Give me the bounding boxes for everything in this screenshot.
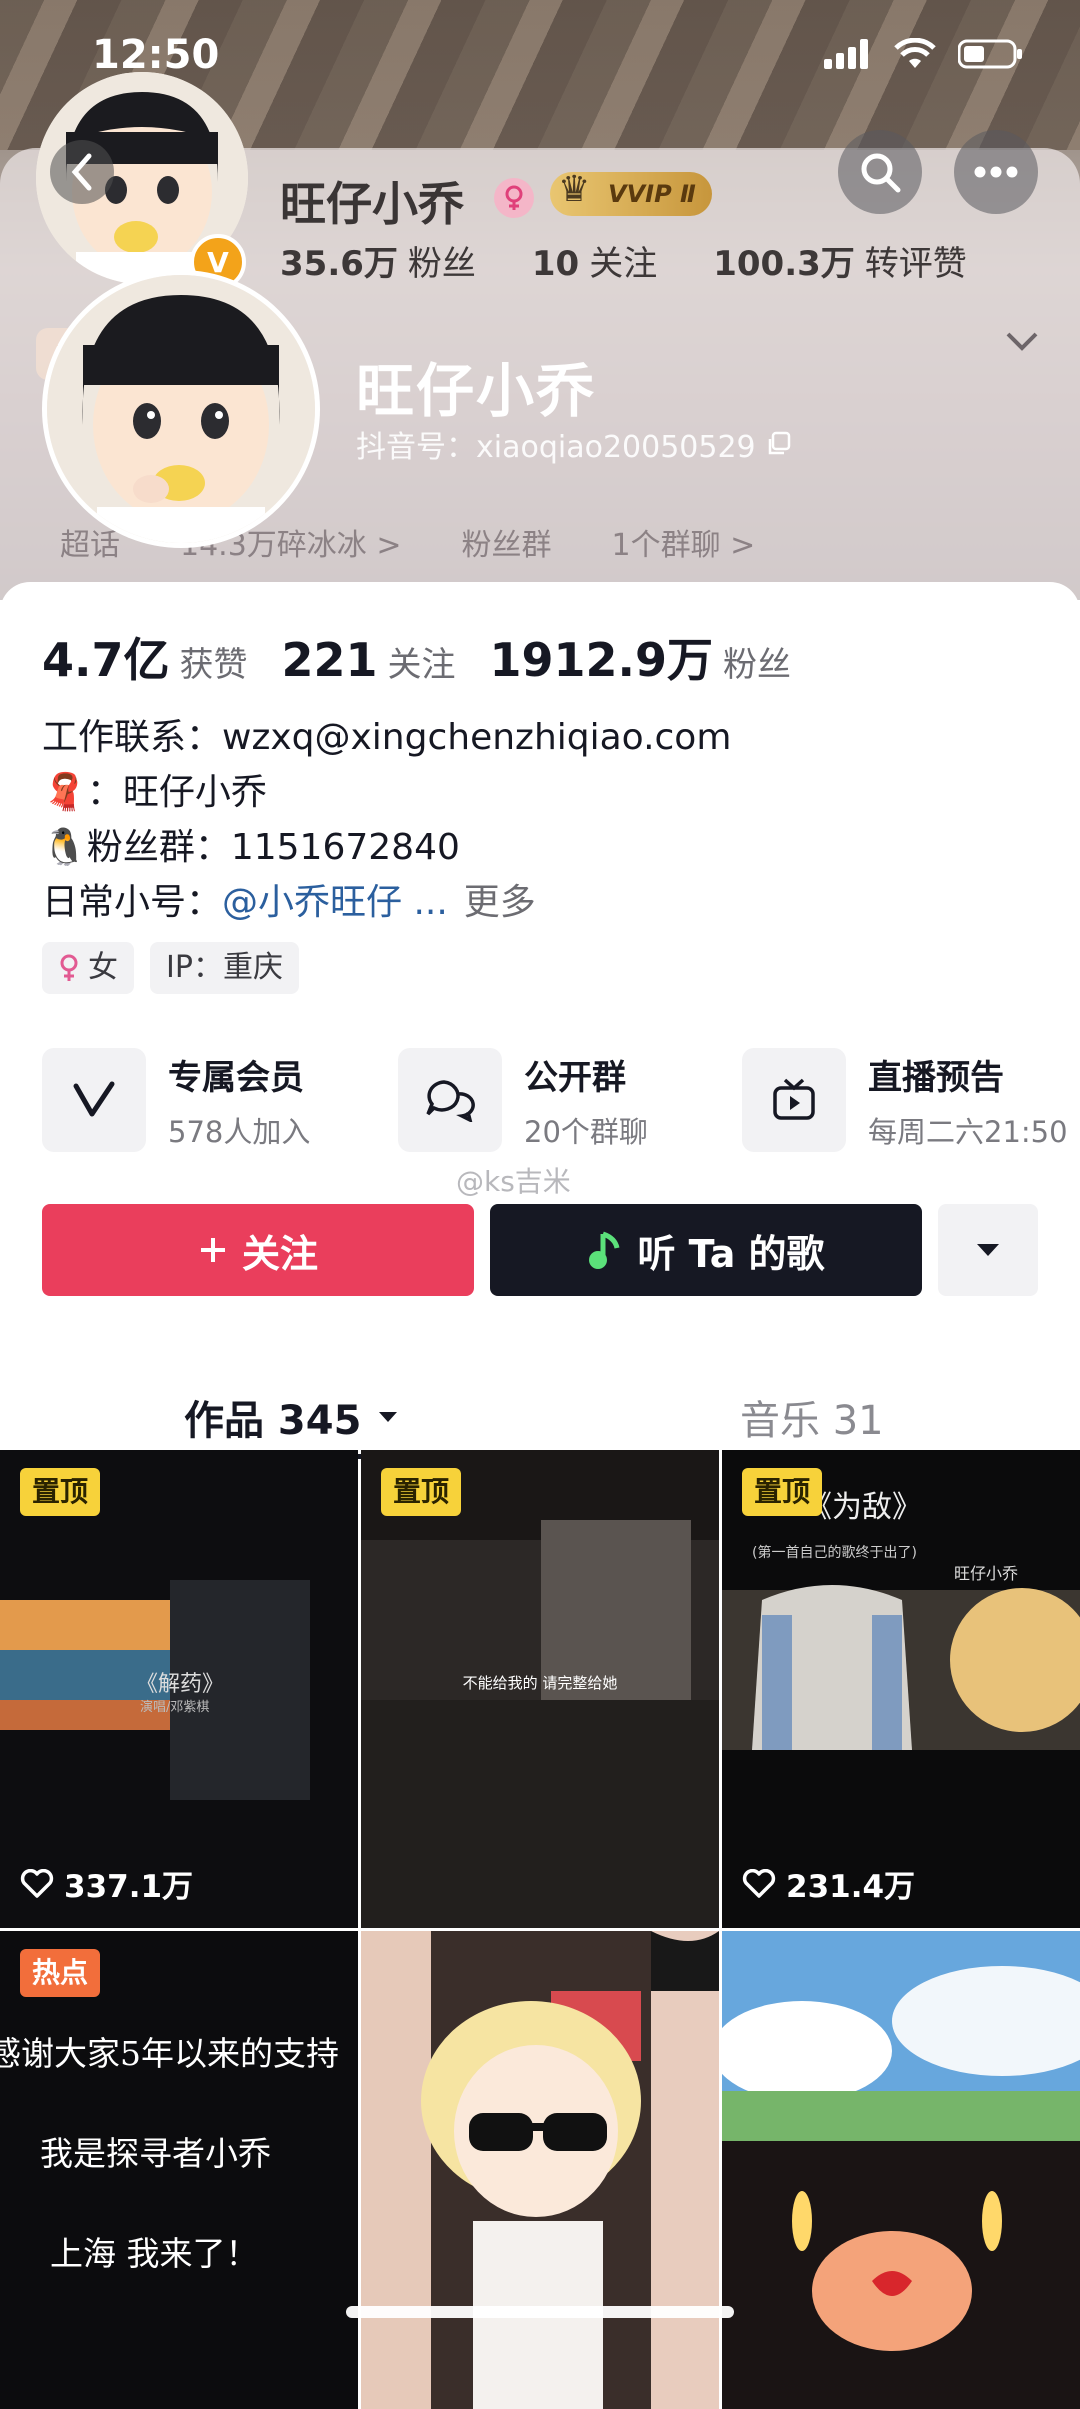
ghost-item: 1个群聊 > bbox=[611, 528, 756, 563]
douyin-id[interactable]: 抖音号：xiaoqiao20050529 bbox=[356, 422, 792, 466]
triangle-down-icon bbox=[977, 1244, 999, 1256]
bio-contact: 工作联系：wzxq@xingchenzhiqiao.com bbox=[42, 717, 732, 758]
vip-label: VVIP Ⅱ bbox=[608, 180, 696, 208]
search-button[interactable] bbox=[838, 130, 922, 214]
gender-tag: 女 bbox=[42, 942, 134, 994]
wifi-icon bbox=[894, 38, 936, 68]
home-indicator[interactable] bbox=[346, 2306, 734, 2318]
stat-following[interactable]: 221 关注 bbox=[282, 633, 456, 687]
stat-likes[interactable]: 4.7亿 获赞 bbox=[42, 624, 248, 690]
bio-line-fan-group: 🐧 粉丝群：1151672840 bbox=[42, 820, 731, 875]
tile-text-line: 上海 我来了！ bbox=[50, 2234, 259, 2273]
group-chat-icon bbox=[398, 1048, 502, 1152]
feature-public-group[interactable]: 公开群 20个群聊 bbox=[398, 1048, 648, 1152]
profile-bio: 工作联系：wzxq@xingchenzhiqiao.com 🧣 ：旺仔小乔 🐧 粉丝… bbox=[42, 710, 731, 930]
heart-icon bbox=[20, 1868, 54, 1898]
status-icons bbox=[824, 38, 1024, 70]
profile-avatar[interactable] bbox=[42, 270, 320, 548]
tile-text-line: 感谢大家5年以来的支持 bbox=[0, 2034, 339, 2073]
status-time: 12:50 bbox=[92, 32, 220, 78]
tile-caption: 不能给我的 请完整给她 bbox=[462, 1674, 618, 1692]
douyin-id-text: 抖音号：xiaoqiao20050529 bbox=[356, 430, 756, 465]
bio-line-scarf: 🧣 ：旺仔小乔 bbox=[42, 765, 731, 820]
content-tabs: 作品 345 音乐 31 bbox=[0, 1362, 1080, 1462]
heart-icon bbox=[742, 1868, 776, 1898]
bio-line-alt-account: 日常小号： @小乔旺仔 ... 更多 bbox=[42, 875, 731, 930]
female-icon bbox=[60, 954, 78, 981]
crown-icon: ♛ bbox=[558, 169, 591, 210]
video-thumbnail bbox=[361, 1931, 719, 2409]
ellipsis-icon bbox=[974, 166, 1018, 178]
ghost-item: 粉丝群 bbox=[461, 528, 552, 563]
ip-location-tag: IP：重庆 bbox=[150, 942, 299, 994]
video-tile[interactable]: 热点 感谢大家5年以来的支持 我是探寻者小乔 上海 我来了！ bbox=[0, 1931, 358, 2409]
header-stat-engagement[interactable]: 100.3万 转评赞 bbox=[713, 236, 967, 285]
tile-subcaption: (第一首自己的歌终于出了) bbox=[752, 1545, 917, 1561]
plus-icon bbox=[200, 1238, 225, 1262]
hot-badge: 热点 bbox=[20, 1949, 101, 1997]
pinned-badge: 置顶 bbox=[742, 1468, 823, 1516]
more-options-button[interactable] bbox=[954, 130, 1038, 214]
tile-caption: 《解药》 bbox=[136, 1672, 225, 1697]
back-button[interactable] bbox=[50, 140, 114, 204]
cellular-signal-icon bbox=[824, 39, 868, 69]
chevron-down-icon[interactable] bbox=[1004, 330, 1040, 356]
music-note-icon bbox=[589, 1231, 620, 1269]
video-tile[interactable]: 《解药》 演唱/邓紫棋 置顶 337.1万 bbox=[0, 1450, 358, 1928]
profile-stats: 4.7亿 获赞 221 关注 1912.9万 粉丝 bbox=[42, 624, 791, 690]
chevron-left-icon bbox=[71, 153, 92, 191]
like-count: 337.1万 bbox=[20, 1861, 193, 1906]
header-stat-following[interactable]: 10 关注 bbox=[532, 236, 657, 285]
penguin-icon: 🐧 bbox=[42, 827, 87, 868]
alt-account-link[interactable]: @小乔旺仔 ... bbox=[222, 875, 448, 930]
like-count: 231.4万 bbox=[742, 1861, 915, 1906]
tab-music[interactable]: 音乐 31 bbox=[740, 1388, 884, 1446]
video-tile[interactable] bbox=[722, 1931, 1080, 2409]
pinned-badge: 置顶 bbox=[20, 1468, 101, 1516]
video-tile[interactable] bbox=[361, 1931, 719, 2409]
female-icon bbox=[494, 178, 534, 218]
membership-v-icon bbox=[42, 1048, 146, 1152]
more-actions-button[interactable] bbox=[938, 1204, 1038, 1296]
video-tile[interactable]: 不能给我的 请完整给她 置顶 bbox=[361, 1450, 719, 1928]
bio-more-button[interactable]: 更多 bbox=[464, 875, 536, 930]
search-icon bbox=[861, 153, 901, 193]
live-tv-icon bbox=[742, 1048, 846, 1152]
tile-text-line: 我是探寻者小乔 bbox=[40, 2134, 271, 2173]
watermark: @ks吉米 bbox=[456, 1165, 571, 1198]
pinned-badge: 置顶 bbox=[381, 1468, 462, 1516]
header-stats: 35.6万 粉丝 10 关注 100.3万 转评赞 bbox=[280, 236, 967, 285]
follow-button[interactable]: 关注 bbox=[42, 1204, 474, 1296]
vip-badge[interactable]: ♛ VVIP Ⅱ bbox=[550, 169, 712, 216]
profile-tags: 女 IP：重庆 bbox=[42, 942, 299, 994]
triangle-down-icon bbox=[379, 1412, 398, 1422]
tab-works[interactable]: 作品 345 bbox=[184, 1388, 399, 1446]
tile-subcaption: 演唱/邓紫棋 bbox=[140, 1700, 210, 1715]
anime-girl-avatar bbox=[47, 275, 315, 543]
video-tile[interactable]: 《为敌》 (第一首自己的歌终于出了) 旺仔小乔 置顶 231.4万 bbox=[722, 1450, 1080, 1928]
stat-followers[interactable]: 1912.9万 粉丝 bbox=[490, 624, 792, 690]
feature-membership[interactable]: 专属会员 578人加入 bbox=[42, 1048, 310, 1152]
listen-songs-button[interactable]: 听 Ta 的歌 bbox=[490, 1204, 922, 1296]
battery-icon bbox=[958, 39, 1022, 69]
feature-live-preview[interactable]: 直播预告 每周二六21:50 bbox=[742, 1048, 1068, 1152]
feature-entries: 专属会员 578人加入 公开群 20个群聊 直播预告 每周二六21:50 bbox=[42, 1048, 1080, 1156]
header-username: 旺仔小乔 bbox=[280, 177, 464, 231]
scarf-icon: 🧣 bbox=[42, 772, 87, 813]
profile-display-name: 旺仔小乔 bbox=[356, 357, 597, 425]
video-grid: 《解药》 演唱/邓紫棋 置顶 337.1万 不能给我的 请完整给她 置顶 《为敌… bbox=[0, 1450, 1080, 2409]
copy-icon[interactable] bbox=[766, 431, 792, 457]
video-thumbnail bbox=[722, 1931, 1080, 2409]
header-stat-fans[interactable]: 35.6万 粉丝 bbox=[280, 236, 476, 285]
tile-author: 旺仔小乔 bbox=[954, 1564, 1019, 1583]
